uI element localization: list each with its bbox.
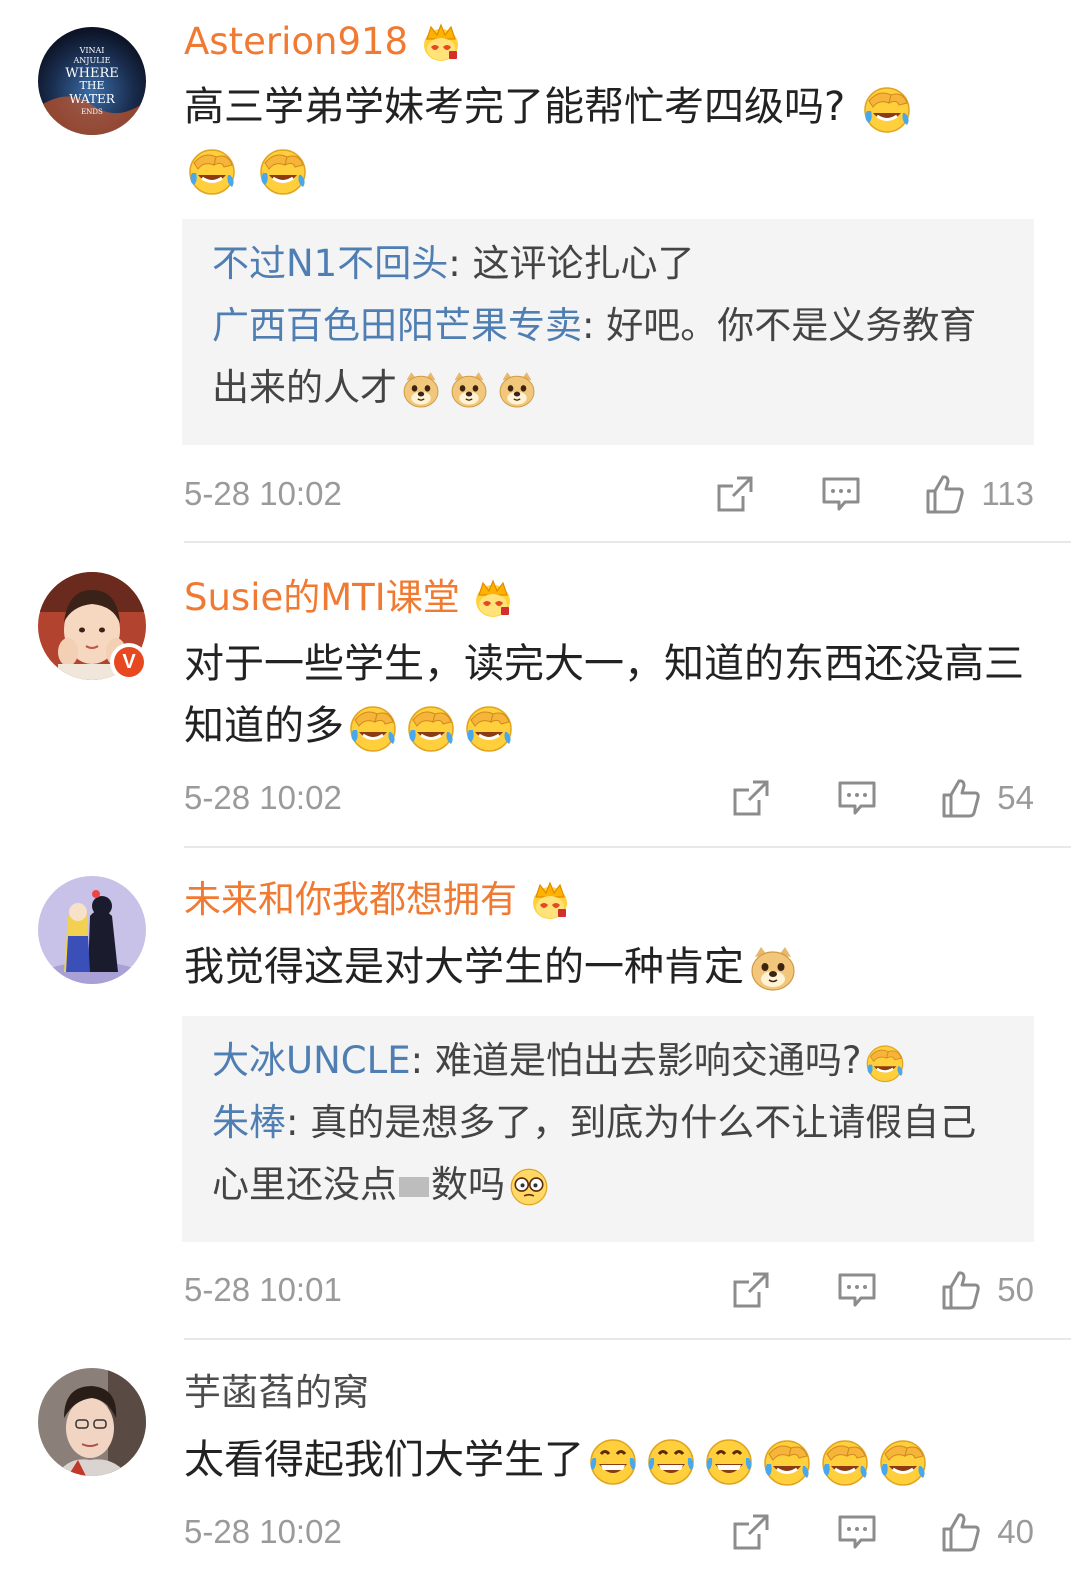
- like-icon[interactable]: [939, 776, 983, 820]
- comment-text-content: 高三学弟学妹考完了能帮忙考四级吗?: [184, 84, 846, 130]
- username-text[interactable]: 芋菡萏的窝: [184, 1370, 369, 1416]
- grin-emoji-icon: [645, 1436, 697, 1488]
- laugh-cry-emoji-icon: [761, 1436, 813, 1488]
- crown-icon: [472, 577, 514, 619]
- share-icon[interactable]: [713, 472, 757, 516]
- avatar[interactable]: VINAI ANJULIE WHERE THE WATER ENDS: [38, 27, 146, 135]
- laugh-cry-emoji-icon: [186, 145, 238, 197]
- svg-text:THE: THE: [80, 79, 105, 92]
- reply-text: 真的是想多了，到底为什么不让请假自己心里还没点: [212, 1101, 977, 1206]
- reply-username[interactable]: 大冰UNCLE: [212, 1039, 411, 1082]
- comment-icon[interactable]: [819, 472, 863, 516]
- grin-emoji-icon: [587, 1436, 639, 1488]
- username[interactable]: 芋菡萏的窝: [184, 1370, 369, 1416]
- like-count[interactable]: 40: [997, 1513, 1034, 1551]
- reply-username[interactable]: 不过N1不回头: [212, 242, 448, 285]
- doge-emoji-icon: [747, 943, 799, 995]
- reply-item[interactable]: 不过N1不回头: 这评论扎心了: [212, 233, 1004, 295]
- like-count[interactable]: 113: [981, 475, 1034, 513]
- reply-item[interactable]: 广西百色田阳芒果专卖: 好吧。你不是义务教育出来的人才: [212, 295, 1004, 419]
- comment-item: V Susie的MTI课堂 对于一些学生，读完大一，知道的东西还没高三知道的多 …: [0, 545, 1079, 848]
- verified-badge-icon: V: [110, 643, 148, 681]
- glasses-emoji-icon: [508, 1166, 550, 1208]
- like-icon[interactable]: [923, 472, 967, 516]
- comment-meta: 5-28 10:02 113: [184, 469, 1034, 519]
- reply-text: 这评论扎心了: [472, 242, 695, 285]
- timestamp: 5-28 10:02: [184, 779, 342, 816]
- svg-text:VINAI: VINAI: [79, 46, 105, 55]
- doge-emoji-icon: [400, 369, 442, 411]
- laugh-cry-emoji-icon: [347, 702, 399, 754]
- timestamp: 5-28 10:01: [184, 1271, 342, 1308]
- svg-text:ANJULIE: ANJULIE: [72, 56, 110, 65]
- comment-text: 我觉得这是对大学生的一种肯定: [184, 936, 1044, 998]
- comment-icon[interactable]: [835, 776, 879, 820]
- comment-meta: 5-28 10:01 50: [184, 1265, 1034, 1315]
- laugh-cry-emoji-icon: [819, 1436, 871, 1488]
- timestamp: 5-28 10:02: [184, 1513, 342, 1550]
- doge-emoji-icon: [496, 369, 538, 411]
- username-text[interactable]: Susie的MTI课堂: [184, 575, 460, 621]
- crown-icon: [529, 879, 571, 921]
- laugh-cry-emoji-icon: [405, 702, 457, 754]
- share-icon[interactable]: [729, 776, 773, 820]
- laugh-cry-emoji-icon: [864, 1042, 906, 1084]
- reply-username[interactable]: 朱棒: [212, 1101, 286, 1144]
- doge-emoji-icon: [448, 369, 490, 411]
- username[interactable]: Asterion918: [184, 19, 462, 65]
- laugh-cry-emoji-icon: [463, 702, 515, 754]
- like-count[interactable]: 50: [997, 1271, 1034, 1309]
- comment-icon[interactable]: [835, 1510, 879, 1554]
- reply-text: 难道是怕出去影响交通吗?: [434, 1039, 862, 1082]
- laugh-cry-emoji-icon: [861, 83, 913, 135]
- crown-icon: [420, 21, 462, 63]
- reply-separator: :: [286, 1101, 311, 1144]
- laugh-cry-emoji-icon: [877, 1436, 929, 1488]
- reply-item[interactable]: 朱棒: 真的是想多了，到底为什么不让请假自己心里还没点 数吗: [212, 1092, 1004, 1216]
- comment-text-content: 太看得起我们大学生了: [184, 1437, 584, 1483]
- comment-item: 芋菡萏的窝 太看得起我们大学生了 5-28 10:02 40: [0, 1340, 1079, 1579]
- comment-meta: 5-28 10:02 54: [184, 773, 1034, 823]
- share-icon[interactable]: [729, 1510, 773, 1554]
- comment-icon[interactable]: [835, 1268, 879, 1312]
- reply-box[interactable]: 大冰UNCLE: 难道是怕出去影响交通吗? 朱棒: 真的是想多了，到底为什么不让…: [182, 1016, 1034, 1242]
- username-text[interactable]: 未来和你我都想拥有: [184, 877, 517, 923]
- reply-username[interactable]: 广西百色田阳芒果专卖: [212, 304, 582, 347]
- username-text[interactable]: Asterion918: [184, 19, 408, 65]
- avatar[interactable]: [38, 1368, 146, 1476]
- comment-item: 未来和你我都想拥有 我觉得这是对大学生的一种肯定 大冰UNCLE: 难道是怕出去…: [0, 848, 1079, 1340]
- share-icon[interactable]: [729, 1268, 773, 1312]
- comment-actions: 50: [729, 1268, 1034, 1312]
- like-icon[interactable]: [939, 1510, 983, 1554]
- comment-item: VINAI ANJULIE WHERE THE WATER ENDS Aster…: [0, 0, 1079, 545]
- laugh-cry-emoji-icon: [257, 145, 309, 197]
- redacted-block: [399, 1176, 429, 1197]
- username[interactable]: 未来和你我都想拥有: [184, 877, 571, 923]
- comment-text-content: 我觉得这是对大学生的一种肯定: [184, 944, 744, 990]
- comment-meta: 5-28 10:02 40: [184, 1507, 1034, 1557]
- timestamp: 5-28 10:02: [184, 475, 342, 512]
- reply-separator: :: [582, 304, 607, 347]
- reply-separator: :: [448, 242, 473, 285]
- reply-item[interactable]: 大冰UNCLE: 难道是怕出去影响交通吗?: [212, 1030, 1004, 1092]
- svg-text:ENDS: ENDS: [81, 108, 103, 116]
- divider: [184, 541, 1071, 543]
- comment-text: 高三学弟学妹考完了能帮忙考四级吗?: [184, 76, 1044, 200]
- avatar[interactable]: [38, 876, 146, 984]
- grin-emoji-icon: [703, 1436, 755, 1488]
- comment-actions: 54: [729, 776, 1034, 820]
- comment-actions: 113: [713, 472, 1034, 516]
- comment-text: 太看得起我们大学生了: [184, 1429, 1044, 1491]
- comment-text-content: 对于一些学生，读完大一，知道的东西还没高三知道的多: [184, 641, 1024, 749]
- reply-text: 数吗: [431, 1163, 505, 1206]
- like-icon[interactable]: [939, 1268, 983, 1312]
- svg-text:WATER: WATER: [69, 92, 116, 106]
- like-count[interactable]: 54: [997, 779, 1034, 817]
- reply-box[interactable]: 不过N1不回头: 这评论扎心了 广西百色田阳芒果专卖: 好吧。你不是义务教育出来…: [182, 219, 1034, 445]
- comment-actions: 40: [729, 1510, 1034, 1554]
- reply-separator: :: [410, 1039, 435, 1082]
- username[interactable]: Susie的MTI课堂: [184, 575, 514, 621]
- comment-text: 对于一些学生，读完大一，知道的东西还没高三知道的多: [184, 633, 1044, 757]
